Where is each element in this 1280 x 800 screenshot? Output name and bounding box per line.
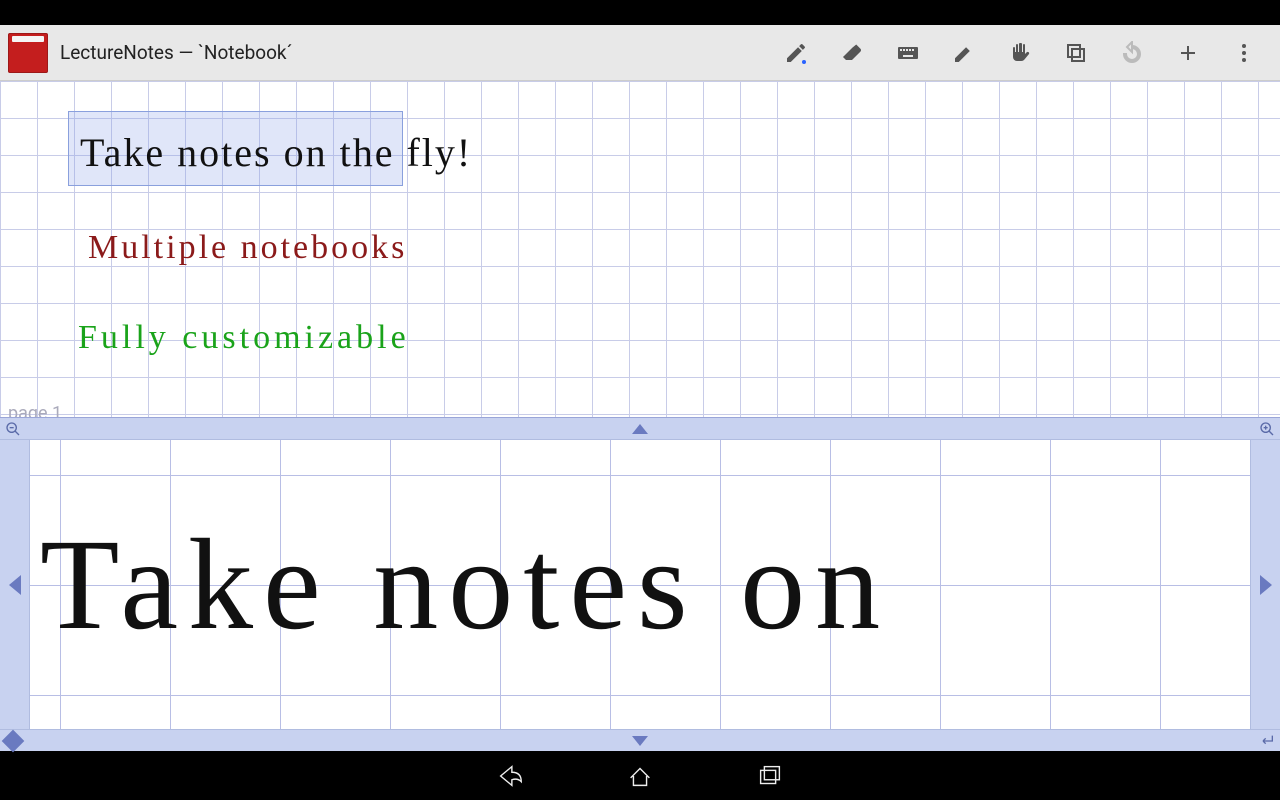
undo-icon bbox=[1120, 41, 1144, 65]
action-bar: LectureNotes — `Notebook´ bbox=[0, 25, 1280, 81]
more-vert-icon bbox=[1232, 41, 1256, 65]
home-button[interactable] bbox=[620, 756, 660, 796]
zoom-out-icon bbox=[5, 421, 21, 437]
canvas-area[interactable]: Take notes on the fly! Multiple notebook… bbox=[0, 81, 1280, 751]
layers-icon bbox=[1064, 41, 1088, 65]
diamond-icon bbox=[2, 729, 25, 752]
hand-tool-button[interactable] bbox=[992, 25, 1048, 81]
zoom-color-button[interactable] bbox=[0, 730, 26, 752]
layers-tool-button[interactable] bbox=[1048, 25, 1104, 81]
back-button[interactable] bbox=[490, 756, 530, 796]
zoom-out-button[interactable] bbox=[0, 418, 26, 440]
home-icon bbox=[625, 761, 655, 791]
eraser-icon bbox=[840, 41, 864, 65]
zoom-handwriting: Take notes on bbox=[40, 510, 890, 660]
zoom-panel-topbar bbox=[0, 418, 1280, 440]
zoom-writing-panel: Take notes on bbox=[0, 417, 1280, 751]
plus-icon bbox=[1176, 41, 1200, 65]
zoom-newline-button[interactable] bbox=[1254, 730, 1280, 752]
undo-button[interactable] bbox=[1104, 25, 1160, 81]
overflow-menu-button[interactable] bbox=[1216, 25, 1272, 81]
keyboard-tool-button[interactable] bbox=[880, 25, 936, 81]
recents-button[interactable] bbox=[750, 756, 790, 796]
back-icon bbox=[495, 761, 525, 791]
hand-icon bbox=[1008, 41, 1032, 65]
zoom-in-icon bbox=[1259, 421, 1275, 437]
return-icon bbox=[1257, 733, 1277, 749]
stylus-icon bbox=[952, 41, 976, 65]
android-status-bar bbox=[0, 0, 1280, 25]
scroll-right-button[interactable] bbox=[1250, 440, 1280, 729]
zoom-in-button[interactable] bbox=[1254, 418, 1280, 440]
scroll-down-button[interactable] bbox=[632, 736, 648, 746]
zoom-canvas[interactable]: Take notes on bbox=[30, 440, 1250, 729]
scroll-up-button[interactable] bbox=[632, 424, 648, 434]
scroll-left-button[interactable] bbox=[0, 440, 30, 729]
android-nav-bar bbox=[0, 751, 1280, 800]
pencil-icon bbox=[784, 41, 808, 65]
stylus-tool-button[interactable] bbox=[936, 25, 992, 81]
eraser-tool-button[interactable] bbox=[824, 25, 880, 81]
zoom-panel-bottombar bbox=[0, 729, 1280, 751]
keyboard-icon bbox=[896, 41, 920, 65]
app-icon[interactable] bbox=[8, 33, 48, 73]
handwriting-line-1: Take notes on the fly! bbox=[80, 129, 472, 176]
recents-icon bbox=[755, 761, 785, 791]
handwriting-line-3: Fully customizable bbox=[78, 319, 410, 357]
app-title: LectureNotes — `Notebook´ bbox=[60, 41, 293, 64]
pencil-tool-button[interactable] bbox=[768, 25, 824, 81]
handwriting-line-2: Multiple notebooks bbox=[88, 229, 407, 267]
add-button[interactable] bbox=[1160, 25, 1216, 81]
